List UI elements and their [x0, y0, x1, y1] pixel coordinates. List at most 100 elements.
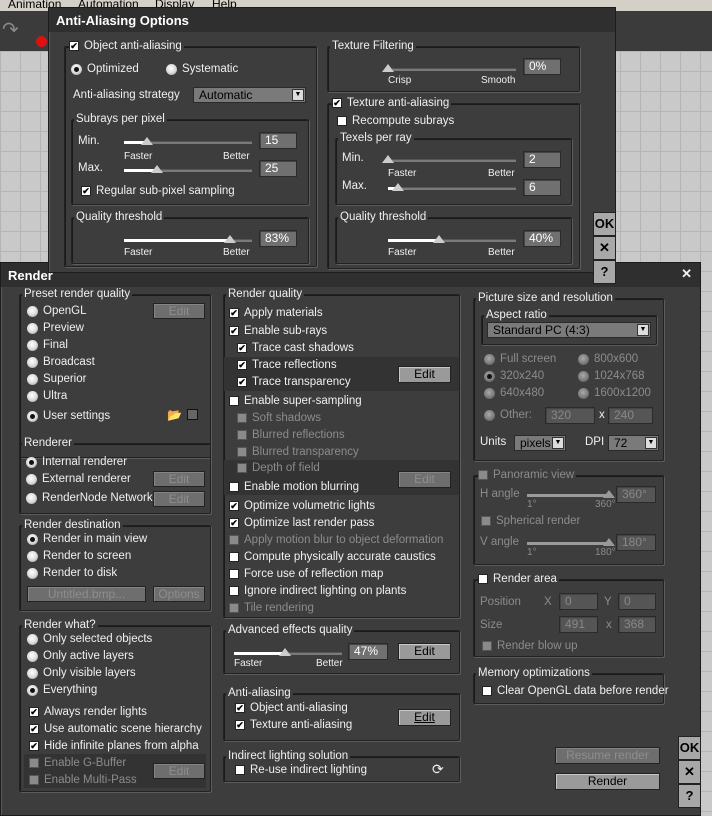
checkbox-apply-materials[interactable]: ✔ Apply materials	[229, 306, 323, 320]
folder-open-icon[interactable]: 📂	[167, 408, 182, 422]
checkbox-render-what-0-box[interactable]: ✔	[29, 707, 39, 717]
checkbox-optimize-volumetric-lights[interactable]: ✔ Optimize volumetric lights	[229, 499, 375, 513]
radio-render-what-3-radio[interactable]	[27, 684, 38, 696]
chevron-down-icon[interactable]: ▼	[637, 324, 649, 336]
advanced-edit-button[interactable]: Edit	[398, 643, 451, 660]
dpi-dropdown[interactable]: 72 ▼	[608, 435, 659, 451]
texture-quality-field[interactable]: 40%	[523, 230, 561, 247]
advanced-quality-slider-thumb[interactable]	[278, 648, 291, 656]
radio-optimized-radio[interactable]	[71, 63, 82, 75]
checkbox-enable-super-sampling-box[interactable]	[229, 396, 239, 406]
radio-preset-preview-radio[interactable]	[27, 322, 38, 334]
chevron-down-icon[interactable]: ▼	[552, 437, 564, 449]
radio-preset-user-settings[interactable]: User settings	[27, 409, 110, 423]
checkbox-compute-physically-accurate-caustics[interactable]: Compute physically accurate caustics	[229, 550, 436, 564]
checkbox-trace-transparency-box[interactable]: ✔	[237, 377, 247, 387]
save-icon[interactable]	[187, 409, 198, 420]
checkbox-reuse-indirect[interactable]: Re-use indirect lighting	[235, 763, 367, 777]
radio-preset-superior[interactable]: Superior	[27, 372, 86, 386]
subrays-edit-button[interactable]: Edit	[398, 366, 451, 383]
checkbox-ignore-indirect-lighting-on-plants[interactable]: Ignore indirect lighting on plants	[229, 584, 406, 598]
checkbox-recompute-subrays[interactable]: Recompute subrays	[337, 114, 454, 128]
radio-preset-user-settings-radio[interactable]	[27, 410, 38, 422]
radio-render-what-0-radio[interactable]	[27, 633, 38, 645]
radio-destination-2-radio[interactable]	[27, 567, 38, 579]
radio-destination-0-radio[interactable]	[27, 533, 38, 545]
radio-render-what-3[interactable]: Everything	[27, 683, 97, 697]
radio-preset-broadcast[interactable]: Broadcast	[27, 355, 95, 369]
radio-render-what-1[interactable]: Only active layers	[27, 649, 134, 663]
redo-icon[interactable]: ↷	[2, 17, 19, 42]
render-area-group-checkbox[interactable]: Render area	[478, 572, 559, 586]
checkbox-apply-materials-box[interactable]: ✔	[229, 308, 239, 318]
texels-min-slider[interactable]	[382, 155, 516, 163]
checkbox-clear-opengl-box[interactable]	[482, 686, 492, 696]
record-icon[interactable]	[36, 36, 47, 47]
texels-min-field[interactable]: 2	[523, 151, 561, 168]
texture-quality-slider[interactable]	[388, 235, 516, 243]
texture-quality-slider-thumb[interactable]	[433, 235, 446, 243]
radio-preset-preview[interactable]: Preview	[27, 321, 84, 335]
radio-renderer-0[interactable]: Internal renderer	[26, 455, 127, 469]
checkbox-enable-motion-blurring-box[interactable]	[229, 482, 239, 492]
aa-help-button[interactable]: ?	[593, 260, 616, 284]
radio-preset-opengl[interactable]: OpenGL	[27, 304, 86, 318]
checkbox-trace-reflections[interactable]: ✔ Trace reflections	[237, 358, 337, 372]
radio-preset-broadcast-radio[interactable]	[27, 356, 38, 368]
checkbox-trace-cast-shadows[interactable]: ✔ Trace cast shadows	[237, 341, 354, 355]
checkbox-trace-transparency[interactable]: ✔ Trace transparency	[237, 375, 351, 389]
checkbox-render-what-0[interactable]: ✔ Always render lights	[29, 705, 147, 719]
chevron-down-icon[interactable]: ▼	[292, 89, 304, 101]
close-icon[interactable]: ✕	[681, 266, 692, 282]
radio-preset-final-radio[interactable]	[27, 339, 38, 351]
checkbox-compute-physically-accurate-caustics-box[interactable]	[229, 552, 239, 562]
radio-render-what-2-radio[interactable]	[27, 667, 38, 679]
radio-preset-superior-radio[interactable]	[27, 373, 38, 385]
radio-systematic[interactable]: Systematic	[166, 62, 238, 76]
checkbox-texture-aa-box[interactable]: ✔	[235, 720, 245, 730]
render-area-group-checkbox-box[interactable]	[478, 574, 488, 584]
checkbox-trace-cast-shadows-box[interactable]: ✔	[237, 343, 247, 353]
radio-render-what-1-radio[interactable]	[27, 650, 38, 662]
texture-filtering-slider-thumb[interactable]	[382, 64, 394, 72]
aa-edit-button[interactable]: Edit	[398, 709, 451, 726]
checkbox-clear-opengl[interactable]: Clear OpenGL data before render	[482, 684, 669, 698]
texels-max-slider[interactable]	[388, 183, 516, 191]
subrays-max-field[interactable]: 25	[259, 160, 297, 177]
checkbox-optimize-volumetric-lights-box[interactable]: ✔	[229, 501, 239, 511]
checkbox-regular-sampling-box[interactable]: ✔	[81, 186, 91, 196]
chevron-down-icon[interactable]: ▼	[645, 437, 657, 449]
subrays-max-slider-thumb[interactable]	[151, 165, 164, 173]
render-ok-button[interactable]: OK	[678, 736, 701, 760]
radio-render-what-0[interactable]: Only selected objects	[27, 632, 152, 646]
checkbox-force-use-of-reflection-map[interactable]: Force use of reflection map	[229, 567, 383, 581]
aa-ok-button[interactable]: OK	[593, 212, 616, 236]
radio-destination-0[interactable]: Render in main view	[27, 532, 147, 546]
aspect-dropdown[interactable]: Standard PC (4:3) ▼	[487, 322, 651, 338]
radio-renderer-2[interactable]: RenderNode Network	[26, 491, 153, 505]
radio-preset-ultra[interactable]: Ultra	[27, 389, 67, 403]
radio-renderer-0-radio[interactable]	[26, 456, 37, 468]
checkbox-force-use-of-reflection-map-box[interactable]	[229, 569, 239, 579]
object-quality-slider[interactable]	[124, 235, 252, 243]
refresh-icon[interactable]: ⟳	[432, 762, 444, 776]
aa-cancel-button[interactable]: ✕	[593, 236, 616, 260]
checkbox-enable-sub-rays[interactable]: ✔ Enable sub-rays	[229, 324, 327, 338]
radio-destination-1[interactable]: Render to screen	[27, 549, 131, 563]
checkbox-enable-motion-blurring[interactable]: Enable motion blurring	[229, 480, 359, 494]
radio-optimized[interactable]: Optimized	[71, 62, 139, 76]
radio-preset-opengl-radio[interactable]	[27, 305, 38, 317]
subrays-min-field[interactable]: 15	[259, 132, 297, 149]
subrays-min-slider-thumb[interactable]	[141, 137, 154, 145]
checkbox-render-what-2[interactable]: ✔ Hide infinite planes from alpha	[29, 739, 199, 753]
checkbox-ignore-indirect-lighting-on-plants-box[interactable]	[229, 586, 239, 596]
render-cancel-button[interactable]: ✕	[678, 760, 701, 784]
object-aa-group-checkbox-box[interactable]: ✔	[69, 41, 79, 51]
checkbox-recompute-subrays-box[interactable]	[337, 116, 347, 126]
radio-renderer-1-radio[interactable]	[26, 473, 37, 485]
texture-aa-group-checkbox-box[interactable]: ✔	[332, 98, 342, 108]
checkbox-optimize-last-render-pass[interactable]: ✔ Optimize last render pass	[229, 516, 374, 530]
radio-destination-2[interactable]: Render to disk	[27, 566, 117, 580]
object-quality-slider-thumb[interactable]	[224, 235, 237, 243]
texels-max-field[interactable]: 6	[523, 179, 561, 196]
